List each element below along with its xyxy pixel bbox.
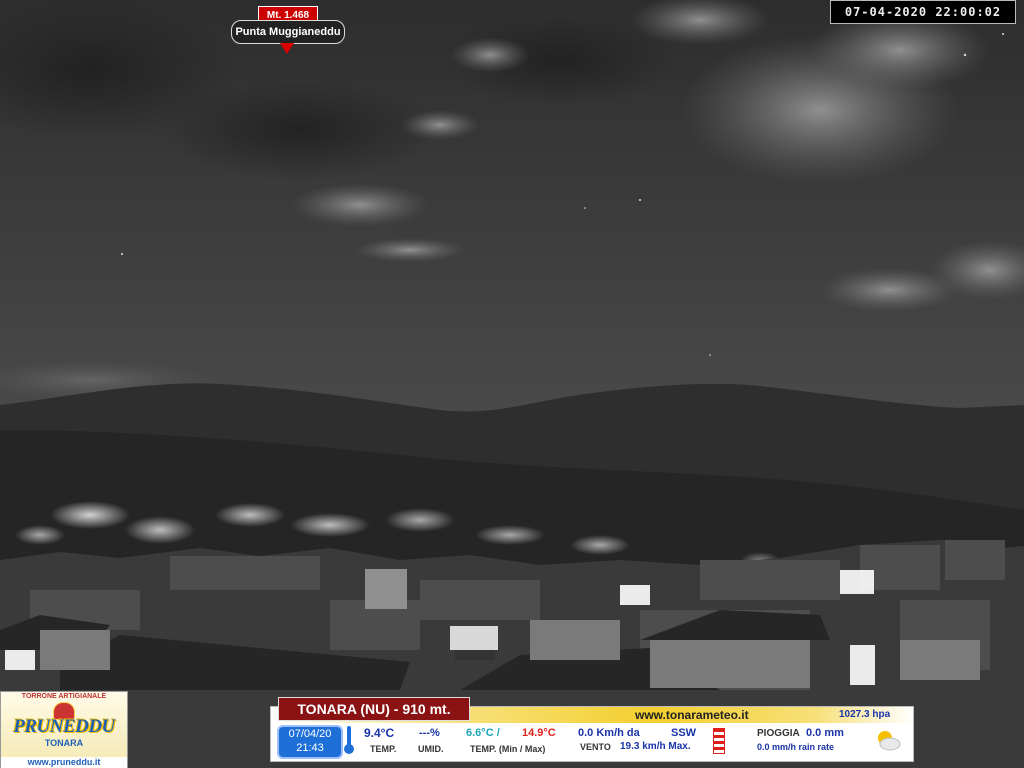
pressure-value: 1027.3 hpa — [839, 709, 891, 720]
sponsor-logo[interactable]: TORRONE ARTIGIANALE PRUNEDDU TONARA www.… — [0, 691, 128, 768]
thermometer-icon — [344, 726, 354, 754]
wind-speed-value: 0.0 Km/h da — [578, 727, 640, 739]
wind-direction-value: SSW — [671, 727, 697, 739]
webcam-scene: 07-04-2020 22:00:02 Mt. 1.468 Punta Mugg… — [0, 0, 1024, 768]
temperature-value: 9.4°C — [364, 726, 395, 740]
wind-label: VENTO — [580, 742, 611, 752]
sponsor-url[interactable]: www.pruneddu.it — [1, 757, 127, 768]
sponsor-tagline: TORRONE ARTIGIANALE — [21, 693, 107, 700]
wind-max-value: 19.3 km/h Max. — [620, 741, 691, 752]
peak-marker-icon — [280, 43, 294, 54]
reading-datetime: 07/04/20 21:43 — [277, 725, 343, 759]
webcam-timestamp: 07-04-2020 22:00:02 — [830, 0, 1016, 24]
temp-max-value: 14.9°C — [522, 727, 556, 739]
humidity-label: UMID. — [418, 744, 444, 754]
rain-gauge-icon — [713, 728, 725, 754]
rain-rate-value: 0.0 mm/h rain rate — [757, 742, 835, 752]
temp-min-value: 6.6°C / — [466, 727, 500, 739]
humidity-value: ---% — [419, 727, 440, 739]
rain-label: PIOGGIA — [757, 728, 800, 739]
partly-cloudy-icon — [878, 731, 901, 751]
temperature-label: TEMP. — [370, 744, 397, 754]
night-landscape-photo — [0, 0, 1024, 768]
sponsor-town: TONARA — [44, 738, 84, 748]
weather-site-url[interactable]: www.tonarameteo.it — [635, 708, 749, 722]
reading-date: 07/04/20 — [288, 728, 332, 740]
reading-time: 21:43 — [296, 742, 324, 754]
sponsor-brand: PRUNEDDU — [13, 716, 115, 737]
peak-name-label: Punta Muggianeddu — [231, 20, 345, 44]
temp-minmax-label: TEMP. (Min / Max) — [470, 744, 546, 754]
rain-value: 0.0 mm — [806, 727, 844, 739]
station-name: TONARA (NU) - 910 mt. — [278, 697, 470, 721]
